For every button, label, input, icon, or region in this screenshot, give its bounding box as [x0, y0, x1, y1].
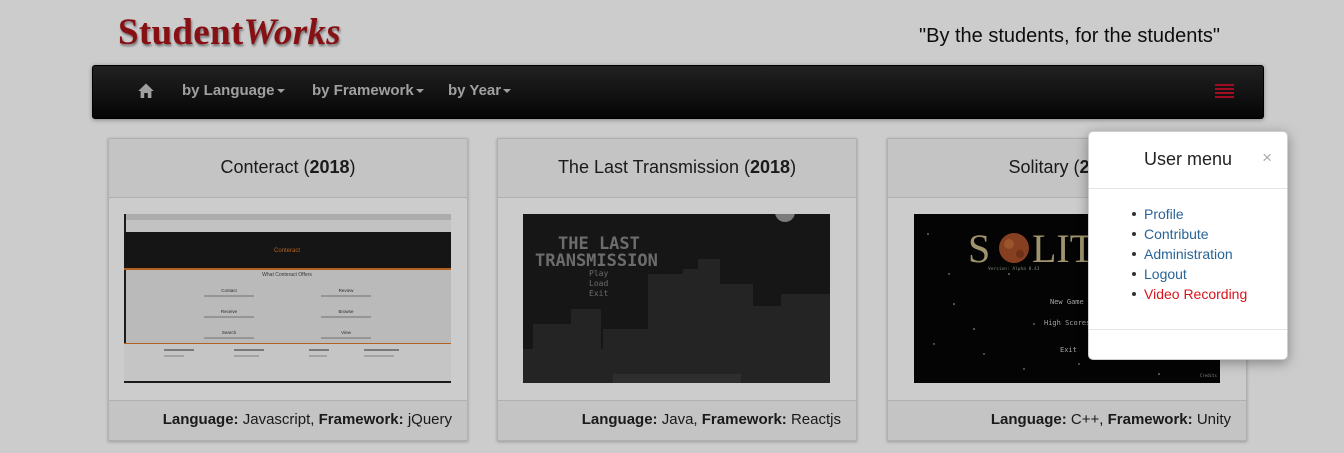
list-item: Video Recording	[1131, 284, 1247, 304]
popover-footer-divider	[1089, 329, 1287, 330]
user-menu-popover: User menu × Profile Contribute Administr…	[1088, 131, 1288, 360]
menu-link-video-recording[interactable]: Video Recording	[1144, 286, 1247, 302]
menu-link-administration[interactable]: Administration	[1144, 246, 1233, 262]
menu-link-contribute[interactable]: Contribute	[1144, 226, 1209, 242]
menu-link-profile[interactable]: Profile	[1144, 206, 1184, 222]
user-menu-list: Profile Contribute Administration Logout…	[1131, 204, 1247, 304]
list-item: Contribute	[1131, 224, 1247, 244]
list-item: Logout	[1131, 264, 1247, 284]
list-item: Profile	[1131, 204, 1247, 224]
close-icon[interactable]: ×	[1262, 148, 1272, 168]
list-item: Administration	[1131, 244, 1247, 264]
menu-link-logout[interactable]: Logout	[1144, 266, 1187, 282]
popover-header: User menu ×	[1089, 132, 1287, 189]
popover-title: User menu	[1143, 149, 1233, 169]
